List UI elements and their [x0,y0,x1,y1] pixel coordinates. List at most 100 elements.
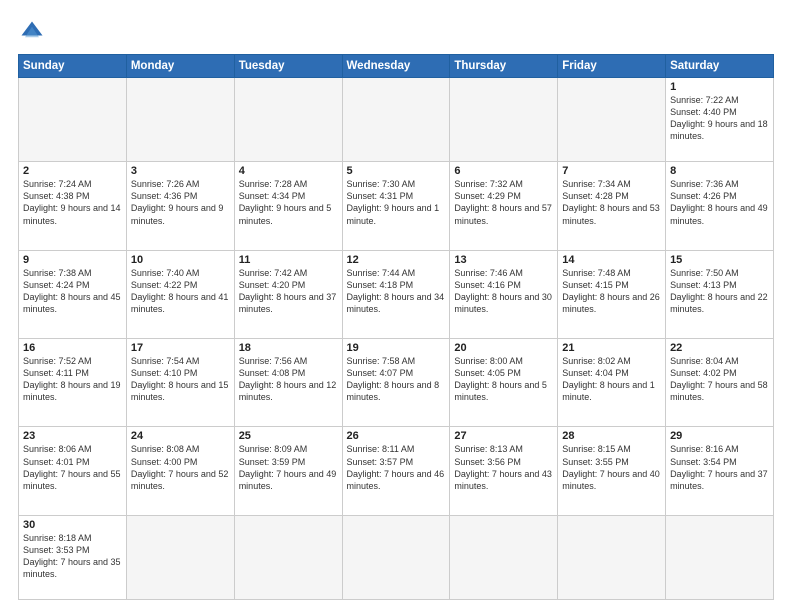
calendar-cell-week3-day5: 13Sunrise: 7:46 AM Sunset: 4:16 PM Dayli… [450,250,558,338]
day-info: Sunrise: 7:48 AM Sunset: 4:15 PM Dayligh… [562,267,661,316]
calendar-cell-week1-day3 [234,78,342,162]
day-info: Sunrise: 7:24 AM Sunset: 4:38 PM Dayligh… [23,178,122,227]
day-number: 19 [347,342,446,354]
calendar-cell-week6-day1: 30Sunrise: 8:18 AM Sunset: 3:53 PM Dayli… [19,515,127,599]
weekday-header-wednesday: Wednesday [342,55,450,78]
day-info: Sunrise: 7:28 AM Sunset: 4:34 PM Dayligh… [239,178,338,227]
logo-icon [18,18,46,46]
calendar-cell-week3-day2: 10Sunrise: 7:40 AM Sunset: 4:22 PM Dayli… [126,250,234,338]
day-info: Sunrise: 8:09 AM Sunset: 3:59 PM Dayligh… [239,443,338,492]
calendar-cell-week6-day4 [342,515,450,599]
day-number: 20 [454,342,553,354]
week-row-4: 16Sunrise: 7:52 AM Sunset: 4:11 PM Dayli… [19,338,774,426]
calendar: SundayMondayTuesdayWednesdayThursdayFrid… [18,54,774,600]
weekday-header-saturday: Saturday [666,55,774,78]
day-info: Sunrise: 7:54 AM Sunset: 4:10 PM Dayligh… [131,355,230,404]
calendar-cell-week5-day7: 29Sunrise: 8:16 AM Sunset: 3:54 PM Dayli… [666,427,774,515]
weekday-header-friday: Friday [558,55,666,78]
calendar-cell-week6-day5 [450,515,558,599]
calendar-cell-week1-day6 [558,78,666,162]
day-info: Sunrise: 7:32 AM Sunset: 4:29 PM Dayligh… [454,178,553,227]
day-info: Sunrise: 8:00 AM Sunset: 4:05 PM Dayligh… [454,355,553,404]
calendar-cell-week6-day3 [234,515,342,599]
day-number: 30 [23,519,122,531]
day-info: Sunrise: 7:36 AM Sunset: 4:26 PM Dayligh… [670,178,769,227]
weekday-header-sunday: Sunday [19,55,127,78]
calendar-cell-week2-day3: 4Sunrise: 7:28 AM Sunset: 4:34 PM Daylig… [234,162,342,250]
day-number: 11 [239,254,338,266]
day-number: 5 [347,165,446,177]
calendar-cell-week5-day6: 28Sunrise: 8:15 AM Sunset: 3:55 PM Dayli… [558,427,666,515]
day-number: 25 [239,430,338,442]
day-number: 2 [23,165,122,177]
day-info: Sunrise: 7:34 AM Sunset: 4:28 PM Dayligh… [562,178,661,227]
day-number: 15 [670,254,769,266]
day-number: 7 [562,165,661,177]
day-number: 3 [131,165,230,177]
day-info: Sunrise: 8:13 AM Sunset: 3:56 PM Dayligh… [454,443,553,492]
day-info: Sunrise: 7:52 AM Sunset: 4:11 PM Dayligh… [23,355,122,404]
logo [18,18,50,46]
day-info: Sunrise: 7:42 AM Sunset: 4:20 PM Dayligh… [239,267,338,316]
calendar-cell-week2-day4: 5Sunrise: 7:30 AM Sunset: 4:31 PM Daylig… [342,162,450,250]
calendar-cell-week1-day1 [19,78,127,162]
day-number: 1 [670,81,769,93]
day-info: Sunrise: 7:38 AM Sunset: 4:24 PM Dayligh… [23,267,122,316]
week-row-3: 9Sunrise: 7:38 AM Sunset: 4:24 PM Daylig… [19,250,774,338]
calendar-cell-week4-day2: 17Sunrise: 7:54 AM Sunset: 4:10 PM Dayli… [126,338,234,426]
day-info: Sunrise: 7:56 AM Sunset: 4:08 PM Dayligh… [239,355,338,404]
calendar-cell-week2-day1: 2Sunrise: 7:24 AM Sunset: 4:38 PM Daylig… [19,162,127,250]
calendar-cell-week1-day5 [450,78,558,162]
calendar-cell-week5-day5: 27Sunrise: 8:13 AM Sunset: 3:56 PM Dayli… [450,427,558,515]
day-number: 10 [131,254,230,266]
weekday-header-tuesday: Tuesday [234,55,342,78]
day-number: 6 [454,165,553,177]
day-number: 9 [23,254,122,266]
day-number: 22 [670,342,769,354]
day-info: Sunrise: 7:50 AM Sunset: 4:13 PM Dayligh… [670,267,769,316]
calendar-cell-week1-day7: 1Sunrise: 7:22 AM Sunset: 4:40 PM Daylig… [666,78,774,162]
day-info: Sunrise: 8:16 AM Sunset: 3:54 PM Dayligh… [670,443,769,492]
calendar-cell-week4-day5: 20Sunrise: 8:00 AM Sunset: 4:05 PM Dayli… [450,338,558,426]
day-number: 17 [131,342,230,354]
calendar-cell-week4-day4: 19Sunrise: 7:58 AM Sunset: 4:07 PM Dayli… [342,338,450,426]
calendar-cell-week2-day5: 6Sunrise: 7:32 AM Sunset: 4:29 PM Daylig… [450,162,558,250]
day-info: Sunrise: 7:46 AM Sunset: 4:16 PM Dayligh… [454,267,553,316]
day-number: 8 [670,165,769,177]
page: SundayMondayTuesdayWednesdayThursdayFrid… [0,0,792,612]
day-info: Sunrise: 7:58 AM Sunset: 4:07 PM Dayligh… [347,355,446,404]
calendar-cell-week3-day6: 14Sunrise: 7:48 AM Sunset: 4:15 PM Dayli… [558,250,666,338]
calendar-cell-week4-day6: 21Sunrise: 8:02 AM Sunset: 4:04 PM Dayli… [558,338,666,426]
calendar-cell-week4-day3: 18Sunrise: 7:56 AM Sunset: 4:08 PM Dayli… [234,338,342,426]
day-info: Sunrise: 7:40 AM Sunset: 4:22 PM Dayligh… [131,267,230,316]
day-number: 27 [454,430,553,442]
day-info: Sunrise: 7:44 AM Sunset: 4:18 PM Dayligh… [347,267,446,316]
day-info: Sunrise: 8:06 AM Sunset: 4:01 PM Dayligh… [23,443,122,492]
calendar-cell-week6-day7 [666,515,774,599]
day-number: 13 [454,254,553,266]
day-info: Sunrise: 8:11 AM Sunset: 3:57 PM Dayligh… [347,443,446,492]
week-row-5: 23Sunrise: 8:06 AM Sunset: 4:01 PM Dayli… [19,427,774,515]
calendar-cell-week5-day3: 25Sunrise: 8:09 AM Sunset: 3:59 PM Dayli… [234,427,342,515]
day-info: Sunrise: 8:15 AM Sunset: 3:55 PM Dayligh… [562,443,661,492]
day-number: 14 [562,254,661,266]
day-info: Sunrise: 7:22 AM Sunset: 4:40 PM Dayligh… [670,94,769,143]
day-number: 16 [23,342,122,354]
calendar-cell-week4-day7: 22Sunrise: 8:04 AM Sunset: 4:02 PM Dayli… [666,338,774,426]
calendar-cell-week4-day1: 16Sunrise: 7:52 AM Sunset: 4:11 PM Dayli… [19,338,127,426]
day-info: Sunrise: 8:18 AM Sunset: 3:53 PM Dayligh… [23,532,122,581]
day-info: Sunrise: 7:30 AM Sunset: 4:31 PM Dayligh… [347,178,446,227]
weekday-header-row: SundayMondayTuesdayWednesdayThursdayFrid… [19,55,774,78]
day-info: Sunrise: 8:02 AM Sunset: 4:04 PM Dayligh… [562,355,661,404]
day-number: 28 [562,430,661,442]
week-row-2: 2Sunrise: 7:24 AM Sunset: 4:38 PM Daylig… [19,162,774,250]
weekday-header-thursday: Thursday [450,55,558,78]
day-number: 12 [347,254,446,266]
day-number: 18 [239,342,338,354]
calendar-cell-week1-day2 [126,78,234,162]
calendar-cell-week5-day4: 26Sunrise: 8:11 AM Sunset: 3:57 PM Dayli… [342,427,450,515]
calendar-cell-week5-day2: 24Sunrise: 8:08 AM Sunset: 4:00 PM Dayli… [126,427,234,515]
day-info: Sunrise: 8:04 AM Sunset: 4:02 PM Dayligh… [670,355,769,404]
calendar-cell-week2-day6: 7Sunrise: 7:34 AM Sunset: 4:28 PM Daylig… [558,162,666,250]
day-number: 21 [562,342,661,354]
